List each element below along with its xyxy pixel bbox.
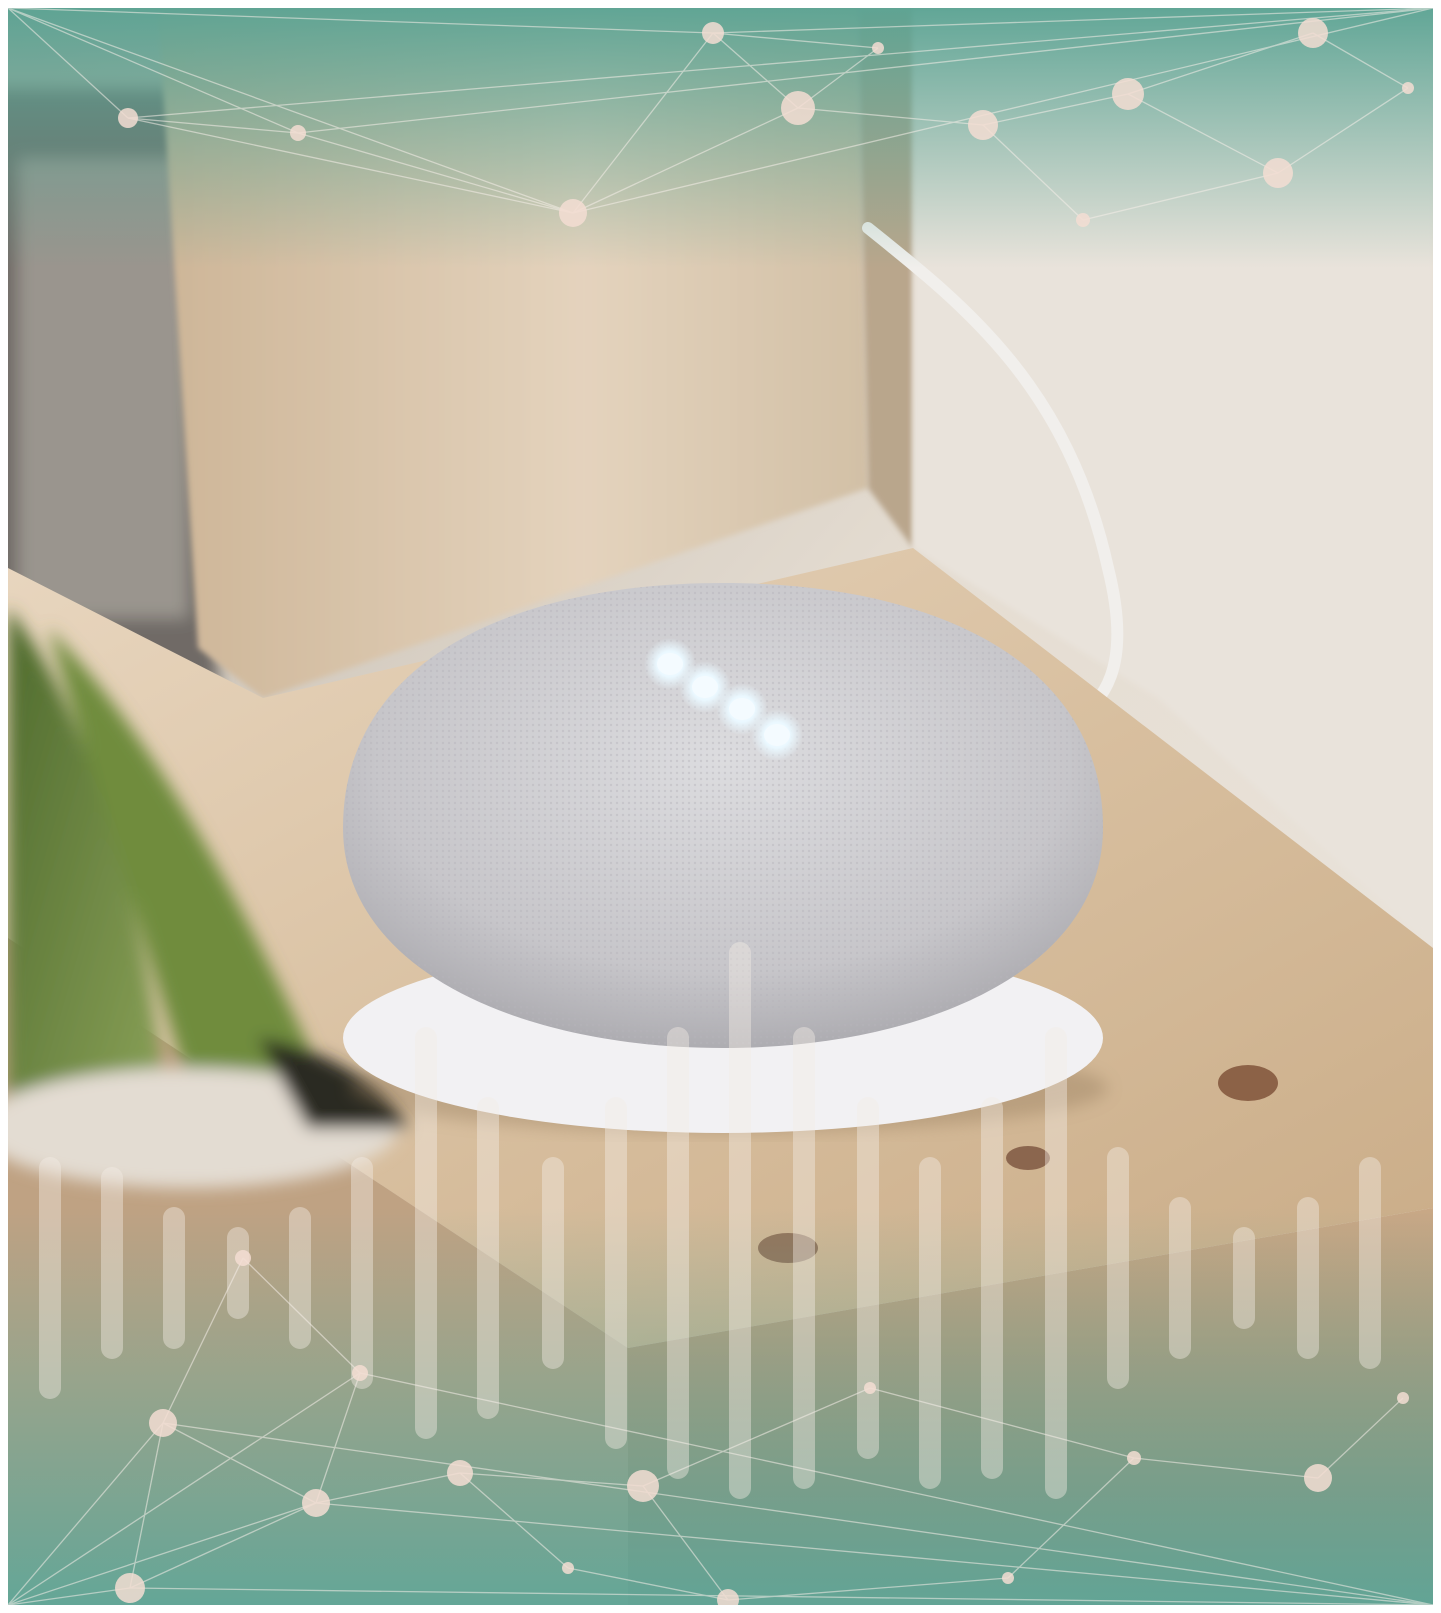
network-node: [352, 1365, 368, 1381]
led-light: [692, 676, 718, 698]
scene-illustration: [8, 8, 1433, 1605]
network-node: [702, 22, 724, 44]
smart-speaker: [343, 583, 1103, 1048]
network-node: [559, 199, 587, 227]
network-node: [115, 1573, 145, 1603]
network-node: [235, 1250, 251, 1266]
network-node: [447, 1460, 473, 1486]
network-node: [627, 1470, 659, 1502]
network-node: [562, 1562, 574, 1574]
network-node: [872, 42, 884, 54]
network-node: [781, 91, 815, 125]
network-node: [1127, 1451, 1141, 1465]
network-node: [1076, 213, 1090, 227]
image-frame: [0, 0, 1441, 1613]
network-node: [968, 110, 998, 140]
network-node: [302, 1489, 330, 1517]
network-node: [1402, 82, 1414, 94]
network-node: [1397, 1392, 1409, 1404]
network-node: [1263, 158, 1293, 188]
led-light: [729, 698, 755, 720]
network-node: [864, 1382, 876, 1394]
photo: [8, 8, 1433, 1605]
network-node: [290, 125, 306, 141]
led-light: [657, 653, 683, 675]
network-node: [118, 108, 138, 128]
network-node: [1002, 1572, 1014, 1584]
network-node: [149, 1409, 177, 1437]
network-node: [1304, 1464, 1332, 1492]
led-light: [764, 724, 790, 746]
network-node: [1112, 78, 1144, 110]
network-node: [1298, 18, 1328, 48]
